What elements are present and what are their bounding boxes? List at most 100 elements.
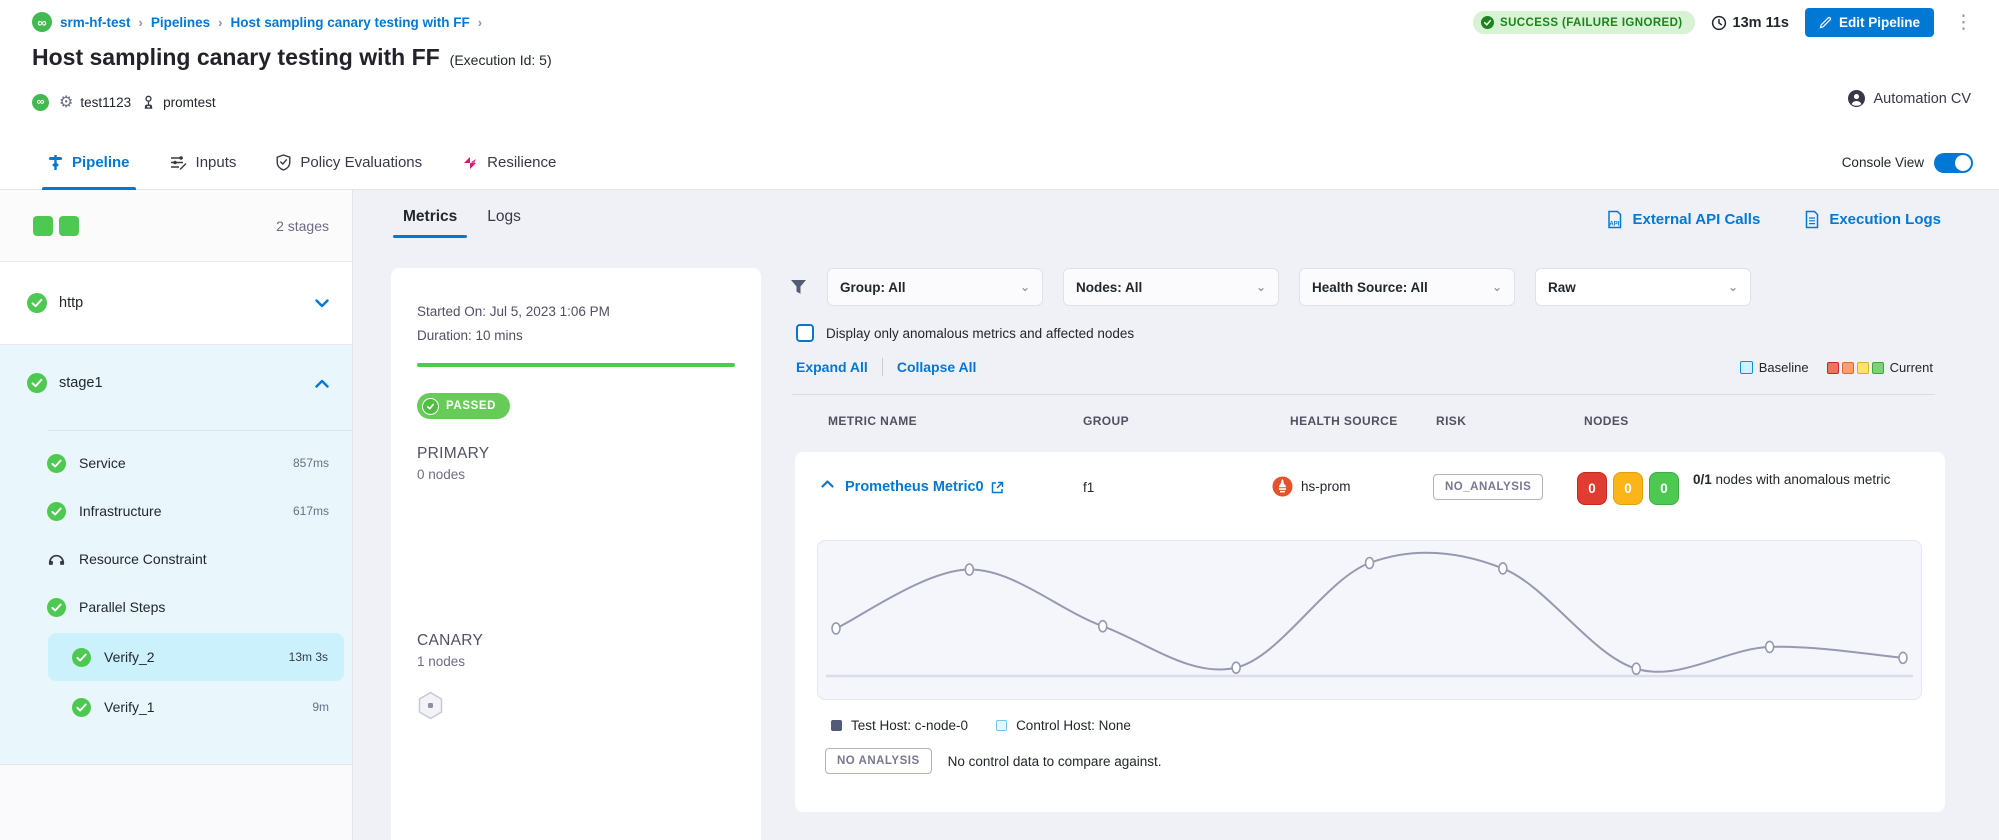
gear-icon: ⚙ — [59, 92, 73, 112]
step-verify-2-selected[interactable]: Verify_2 13m 3s — [48, 633, 344, 681]
chevron-down-icon[interactable] — [315, 299, 329, 308]
collapse-chevron-icon[interactable] — [821, 480, 834, 488]
filter-funnel-icon[interactable] — [790, 279, 807, 295]
chevron-up-icon[interactable] — [315, 379, 329, 388]
tab-policy-evaluations[interactable]: Policy Evaluations — [276, 135, 422, 190]
shield-check-icon — [276, 154, 291, 171]
checkbox[interactable] — [796, 324, 814, 342]
tab-metrics[interactable]: Metrics — [403, 208, 457, 238]
breadcrumb-pipeline-name[interactable]: Host sampling canary testing with FF — [230, 15, 469, 30]
divider — [48, 430, 352, 431]
step-infrastructure[interactable]: Infrastructure 617ms — [0, 487, 352, 535]
stage-square-icon — [33, 216, 53, 236]
group-filter-dropdown[interactable]: Group: All⌄ — [827, 268, 1043, 306]
current-swatches — [1827, 362, 1884, 374]
breadcrumb: ∞ srm-hf-test › Pipelines › Host samplin… — [32, 10, 482, 34]
current-legend: Current — [1827, 360, 1933, 375]
main-content: 2 stages http stage1 — [0, 190, 1999, 840]
yellow-node-count: 0 — [1613, 472, 1643, 505]
chart-legend: Baseline Current — [1740, 360, 1933, 375]
health-source-filter-dropdown[interactable]: Health Source: All⌄ — [1299, 268, 1515, 306]
analysis-message: No control data to compare against. — [948, 754, 1162, 769]
execution-id: (Execution Id: 5) — [450, 52, 552, 68]
resilience-icon — [462, 155, 478, 171]
started-on: Started On: Jul 5, 2023 1:06 PM — [417, 300, 735, 324]
step-service[interactable]: Service 857ms — [0, 439, 352, 487]
canary-group: CANARY 1 nodes — [417, 632, 735, 725]
collapse-all-link[interactable]: Collapse All — [897, 359, 977, 375]
chevron-right-icon: › — [218, 15, 222, 30]
svg-text:API: API — [1610, 222, 1620, 228]
status-badge: SUCCESS (FAILURE IGNORED) — [1473, 11, 1695, 34]
metric-card: Prometheus Metric0 f1 hs-prom NO_ANALYSI… — [795, 452, 1945, 812]
control-host-legend: Control Host: None — [996, 718, 1131, 733]
canary-node-hexagon[interactable] — [417, 691, 735, 725]
tab-pipeline[interactable]: Pipeline — [48, 135, 130, 190]
verification-duration: Duration: 10 mins — [417, 324, 735, 348]
metric-name-link[interactable]: Prometheus Metric0 — [845, 479, 1004, 495]
chevron-right-icon: › — [478, 15, 482, 30]
main-tabbar: Pipeline Inputs Policy Evaluations Resil… — [0, 135, 1999, 190]
expand-collapse-row: Expand All Collapse All — [796, 358, 976, 376]
step-verify-1[interactable]: Verify_1 9m — [0, 683, 352, 731]
filter-row: Group: All⌄ Nodes: All⌄ Health Source: A… — [790, 268, 1751, 306]
primary-node-count: 0 nodes — [417, 467, 735, 482]
test-host-legend: Test Host: c-node-0 — [831, 718, 968, 733]
canary-label: CANARY — [417, 632, 735, 650]
divider — [792, 394, 1935, 395]
console-view-toggle[interactable] — [1934, 153, 1973, 173]
passed-badge: PASSED — [417, 393, 510, 419]
node-count-badges: 0 0 0 — [1577, 472, 1679, 505]
stage-count-label: 2 stages — [276, 218, 329, 234]
success-check-icon — [47, 598, 66, 617]
success-check-icon — [47, 502, 66, 521]
anomalous-nodes-text: 0/1 nodes with anomalous metric — [1693, 470, 1953, 490]
expand-all-link[interactable]: Expand All — [796, 359, 868, 375]
execution-logs-link[interactable]: Execution Logs — [1804, 210, 1941, 229]
step-resource-constraint[interactable]: Resource Constraint — [0, 535, 352, 583]
stage-count-header: 2 stages — [0, 190, 352, 262]
no-analysis-badge: NO ANALYSIS — [825, 748, 932, 774]
breadcrumb-project[interactable]: srm-hf-test — [60, 15, 131, 30]
metric-group: f1 — [1083, 480, 1094, 495]
external-link-icon[interactable] — [991, 481, 1004, 494]
api-document-icon: API — [1606, 210, 1623, 229]
user-menu[interactable]: Automation CV — [1848, 90, 1971, 107]
more-options-icon[interactable]: ⋮ — [1950, 13, 1977, 32]
host-legend-row: Test Host: c-node-0 Control Host: None — [831, 718, 1131, 733]
success-check-icon — [72, 698, 91, 717]
check-circle-icon — [422, 398, 439, 415]
success-check-icon — [27, 293, 47, 313]
external-api-calls-link[interactable]: API External API Calls — [1606, 210, 1760, 229]
breadcrumb-pipelines[interactable]: Pipelines — [151, 15, 210, 30]
data-mode-dropdown[interactable]: Raw⌄ — [1535, 268, 1751, 306]
page-title: Host sampling canary testing with FF — [32, 44, 440, 71]
tab-logs[interactable]: Logs — [487, 208, 521, 238]
green-node-count: 0 — [1649, 472, 1679, 505]
top-header: ∞ srm-hf-test › Pipelines › Host samplin… — [0, 0, 1999, 135]
chevron-down-icon: ⌄ — [1728, 280, 1738, 294]
sidebar-stage-stage1[interactable]: stage1 — [0, 345, 352, 421]
harness-logo-icon: ∞ — [32, 12, 52, 32]
service-tag: ⚙ test1123 — [59, 92, 131, 112]
red-node-count: 0 — [1577, 472, 1607, 505]
total-duration: 13m 11s — [1711, 15, 1789, 31]
no-analysis-badge: NO_ANALYSIS — [1433, 474, 1543, 500]
risk-orange-swatch-icon — [1842, 362, 1854, 374]
metrics-pane: Group: All⌄ Nodes: All⌄ Health Source: A… — [790, 268, 1975, 840]
risk-red-swatch-icon — [1827, 362, 1839, 374]
tags-row: ∞ ⚙ test1123 promtest — [32, 90, 216, 114]
anomalous-only-checkbox-row[interactable]: Display only anomalous metrics and affec… — [796, 324, 1134, 342]
tab-inputs[interactable]: Inputs — [170, 135, 237, 190]
risk-yellow-swatch-icon — [1857, 362, 1869, 374]
sidebar-stage-http[interactable]: http — [0, 262, 352, 345]
step-duration: 13m 3s — [289, 650, 328, 664]
user-icon — [1848, 90, 1865, 107]
environment-tag: promtest — [141, 95, 216, 110]
nodes-filter-dropdown[interactable]: Nodes: All⌄ — [1063, 268, 1279, 306]
edit-pipeline-button[interactable]: Edit Pipeline — [1805, 8, 1934, 37]
step-parallel-steps[interactable]: Parallel Steps — [0, 583, 352, 631]
success-check-icon — [72, 648, 91, 667]
baseline-swatch-icon — [1740, 361, 1753, 374]
tab-resilience[interactable]: Resilience — [462, 135, 556, 190]
